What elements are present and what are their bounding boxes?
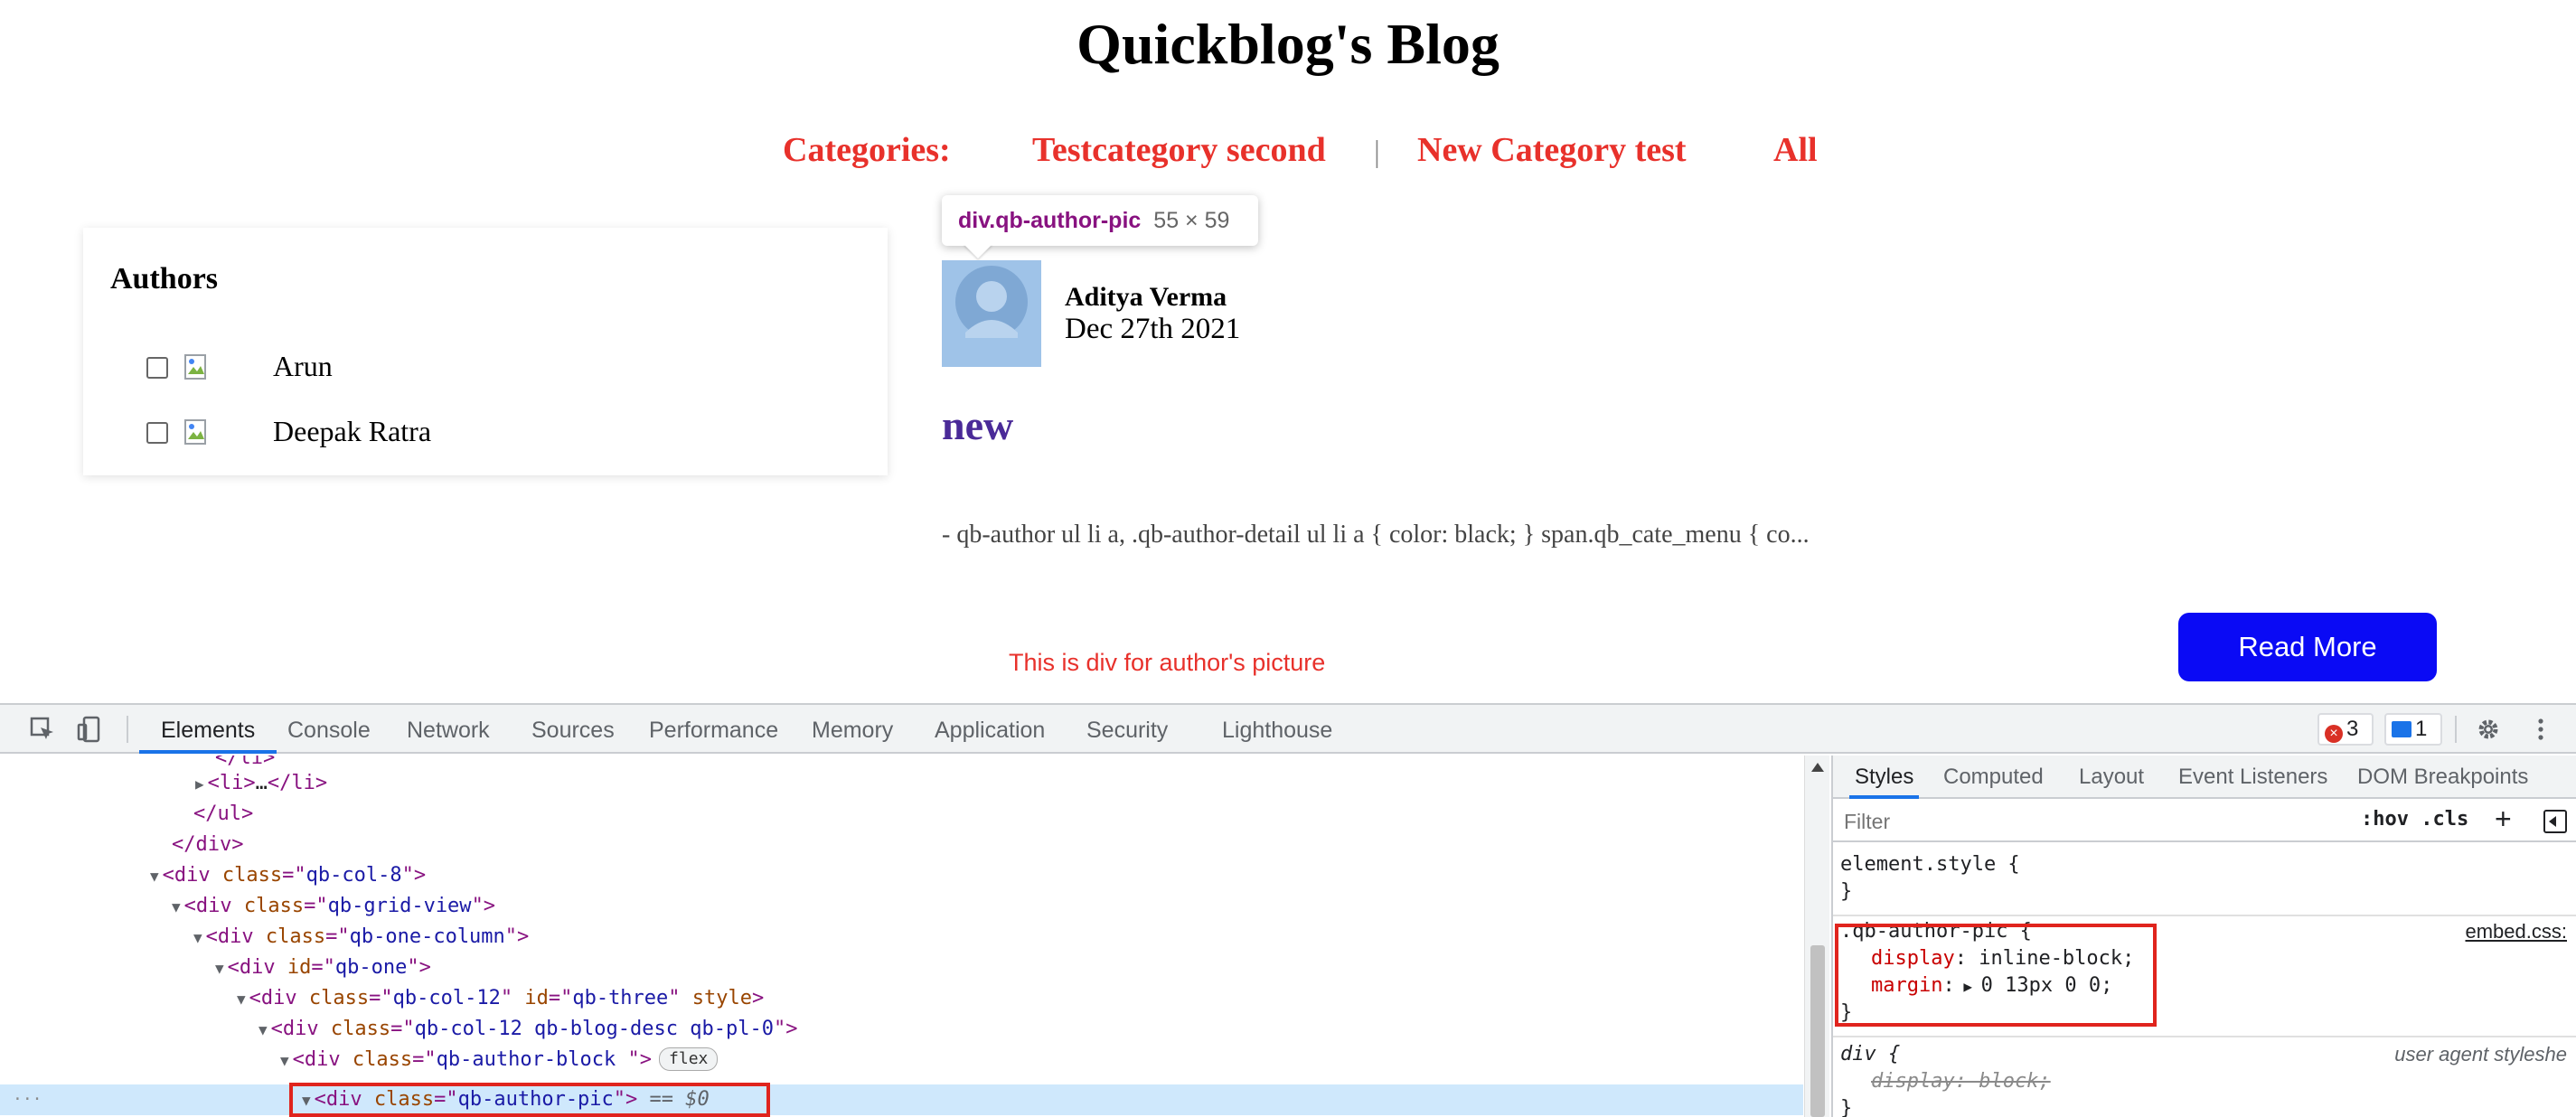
styles-filter-row: :hov .cls + [1833,801,2576,842]
post-title[interactable]: new [942,401,1013,449]
blog-page: Quickblog's Blog Categories: Testcategor… [0,0,2576,703]
ua-source: user agent styleshe [2394,1043,2567,1065]
dom-node[interactable]: ▼ <div class="qb-grid-view"> [172,891,495,922]
ua-selector[interactable]: div { [1840,1041,1900,1068]
user-agent-rule: div { user agent styleshe display: block… [1840,1041,2567,1117]
dom-node[interactable]: ▼ <div class="qb-col-12 qb-blog-desc qb-p… [259,1014,797,1045]
flex-badge[interactable]: flex [659,1047,719,1071]
dom-node[interactable]: ▼ <div class="qb-col-8"> [150,860,426,891]
message-icon [2392,721,2411,737]
tab-performance[interactable]: Performance [649,705,778,754]
authors-heading: Authors [110,262,219,296]
post-excerpt: - qb-author ul li a, .qb-author-detail u… [942,521,1810,549]
post-date: Dec 27th 2021 [1065,313,1241,345]
dom-node[interactable]: </ul> [193,799,253,830]
author-name[interactable]: Arun [273,350,333,383]
dom-node[interactable]: </div> [172,830,243,860]
tab-event-listeners[interactable]: Event Listeners [2178,756,2327,799]
device-toolbar-icon[interactable] [76,716,103,743]
tab-styles[interactable]: Styles [1849,756,1920,799]
dom-node[interactable]: ▼ <div id="qb-one"> [215,953,431,983]
author-checkbox-arun[interactable] [146,357,168,379]
css-declaration-overridden[interactable]: display: block; [1871,1068,2051,1095]
more-options-icon[interactable] [2527,716,2554,743]
broken-image-icon [184,354,206,380]
selected-node-highlight [289,1083,770,1117]
post-author-name[interactable]: Aditya Verma [1065,282,1227,313]
collapse-arrow-icon[interactable]: ▼ [215,960,224,977]
styles-tabs: Styles Computed Layout Event Listeners D… [1833,756,2576,799]
category-separator: | [1374,136,1380,169]
collapse-arrow-icon[interactable]: ▼ [237,990,246,1008]
dom-node[interactable]: ▼ <div class="qb-col-12" id="qb-three" st… [237,983,764,1014]
annotation-note: This is div for author's picture [1009,649,1326,676]
inspect-tooltip: div.qb-author-pic 55 × 59 [942,195,1258,246]
avatar-placeholder-icon [955,266,1028,338]
author-name[interactable]: Deepak Ratra [273,415,431,448]
scrollbar-thumb[interactable] [1810,945,1825,1117]
message-count-badge[interactable]: 1 [2384,713,2442,746]
dom-node[interactable]: ▶ <li>…</li> [195,768,327,799]
tooltip-element-size: 55 × 59 [1153,208,1230,233]
row-gutter-dots: ··· [13,1090,42,1109]
devtools-panel: Elements Console Network Sources Perform… [0,703,2576,1117]
author-checkbox-deepak-ratra[interactable] [146,422,168,444]
rule-separator [1833,1036,2576,1037]
category-link-all[interactable]: All [1773,130,1818,170]
blog-title: Quickblog's Blog [1076,12,1500,76]
tab-computed[interactable]: Computed [1943,756,2044,799]
css-rule-highlight [1835,924,2157,1027]
toolbar-separator [2455,716,2457,743]
error-icon: × [2325,725,2343,743]
category-link-new-category-test[interactable]: New Category test [1417,130,1687,170]
error-count-badge[interactable]: × 3 [2317,713,2374,746]
dom-node[interactable]: ▼ <div class="qb-author-block "> flex [280,1045,719,1075]
tab-layout[interactable]: Layout [2079,756,2144,799]
collapse-arrow-icon[interactable]: ▼ [259,1021,268,1038]
collapse-arrow-icon[interactable]: ▼ [193,929,202,946]
tab-security[interactable]: Security [1086,705,1168,754]
tab-sources[interactable]: Sources [531,705,615,754]
selected-dom-row [0,1084,1803,1115]
inspect-element-icon[interactable] [29,716,56,743]
scroll-up-arrow-icon[interactable] [1811,763,1824,772]
tooltip-arrow [964,244,992,258]
message-count: 1 [2415,717,2428,741]
tab-network[interactable]: Network [407,705,490,754]
tab-dom-breakpoints[interactable]: DOM Breakpoints [2357,756,2528,799]
dom-node[interactable]: ▼ <div class="qb-one-column"> [193,922,529,953]
elements-tree: </li> ▶ <li>…</li> </ul> </div> ▼ <div cla… [0,756,1810,1117]
element-style-rule: element.style { } [1840,853,2020,903]
toggle-sidebar-icon[interactable] [2543,810,2567,833]
tab-elements[interactable]: Elements [139,705,277,754]
category-nav: Categories: Testcategory second | New Ca… [0,130,2576,175]
devtools-toolbar: Elements Console Network Sources Perform… [0,705,2576,754]
tab-memory[interactable]: Memory [812,705,893,754]
expand-arrow-icon[interactable]: ▶ [195,775,204,793]
broken-image-icon [184,419,206,445]
collapse-arrow-icon[interactable]: ▼ [280,1052,289,1069]
collapse-arrow-icon[interactable]: ▼ [150,868,159,885]
error-count: 3 [2346,717,2359,741]
tab-console[interactable]: Console [287,705,371,754]
hov-cls-toggles[interactable]: :hov .cls [2361,808,2468,831]
rule-source-link[interactable]: embed.css: [2466,918,2568,945]
read-more-button[interactable]: Read More [2178,613,2437,681]
toolbar-separator [127,716,128,743]
tab-application[interactable]: Application [935,705,1045,754]
elements-scrollbar[interactable] [1804,756,1829,1117]
categories-label: Categories: [783,131,951,169]
styles-filter-input[interactable] [1840,804,2359,839]
tab-lighthouse[interactable]: Lighthouse [1222,705,1332,754]
authors-card: Authors Arun Deepak Ratra [83,228,888,475]
tooltip-element-name: div.qb-author-pic [958,208,1142,233]
author-picture [942,260,1041,367]
gear-icon[interactable] [2475,716,2502,743]
collapse-arrow-icon[interactable]: ▼ [172,898,181,915]
category-link-testcategory-second[interactable]: Testcategory second [1032,130,1326,170]
new-style-rule-icon[interactable]: + [2495,803,2512,836]
